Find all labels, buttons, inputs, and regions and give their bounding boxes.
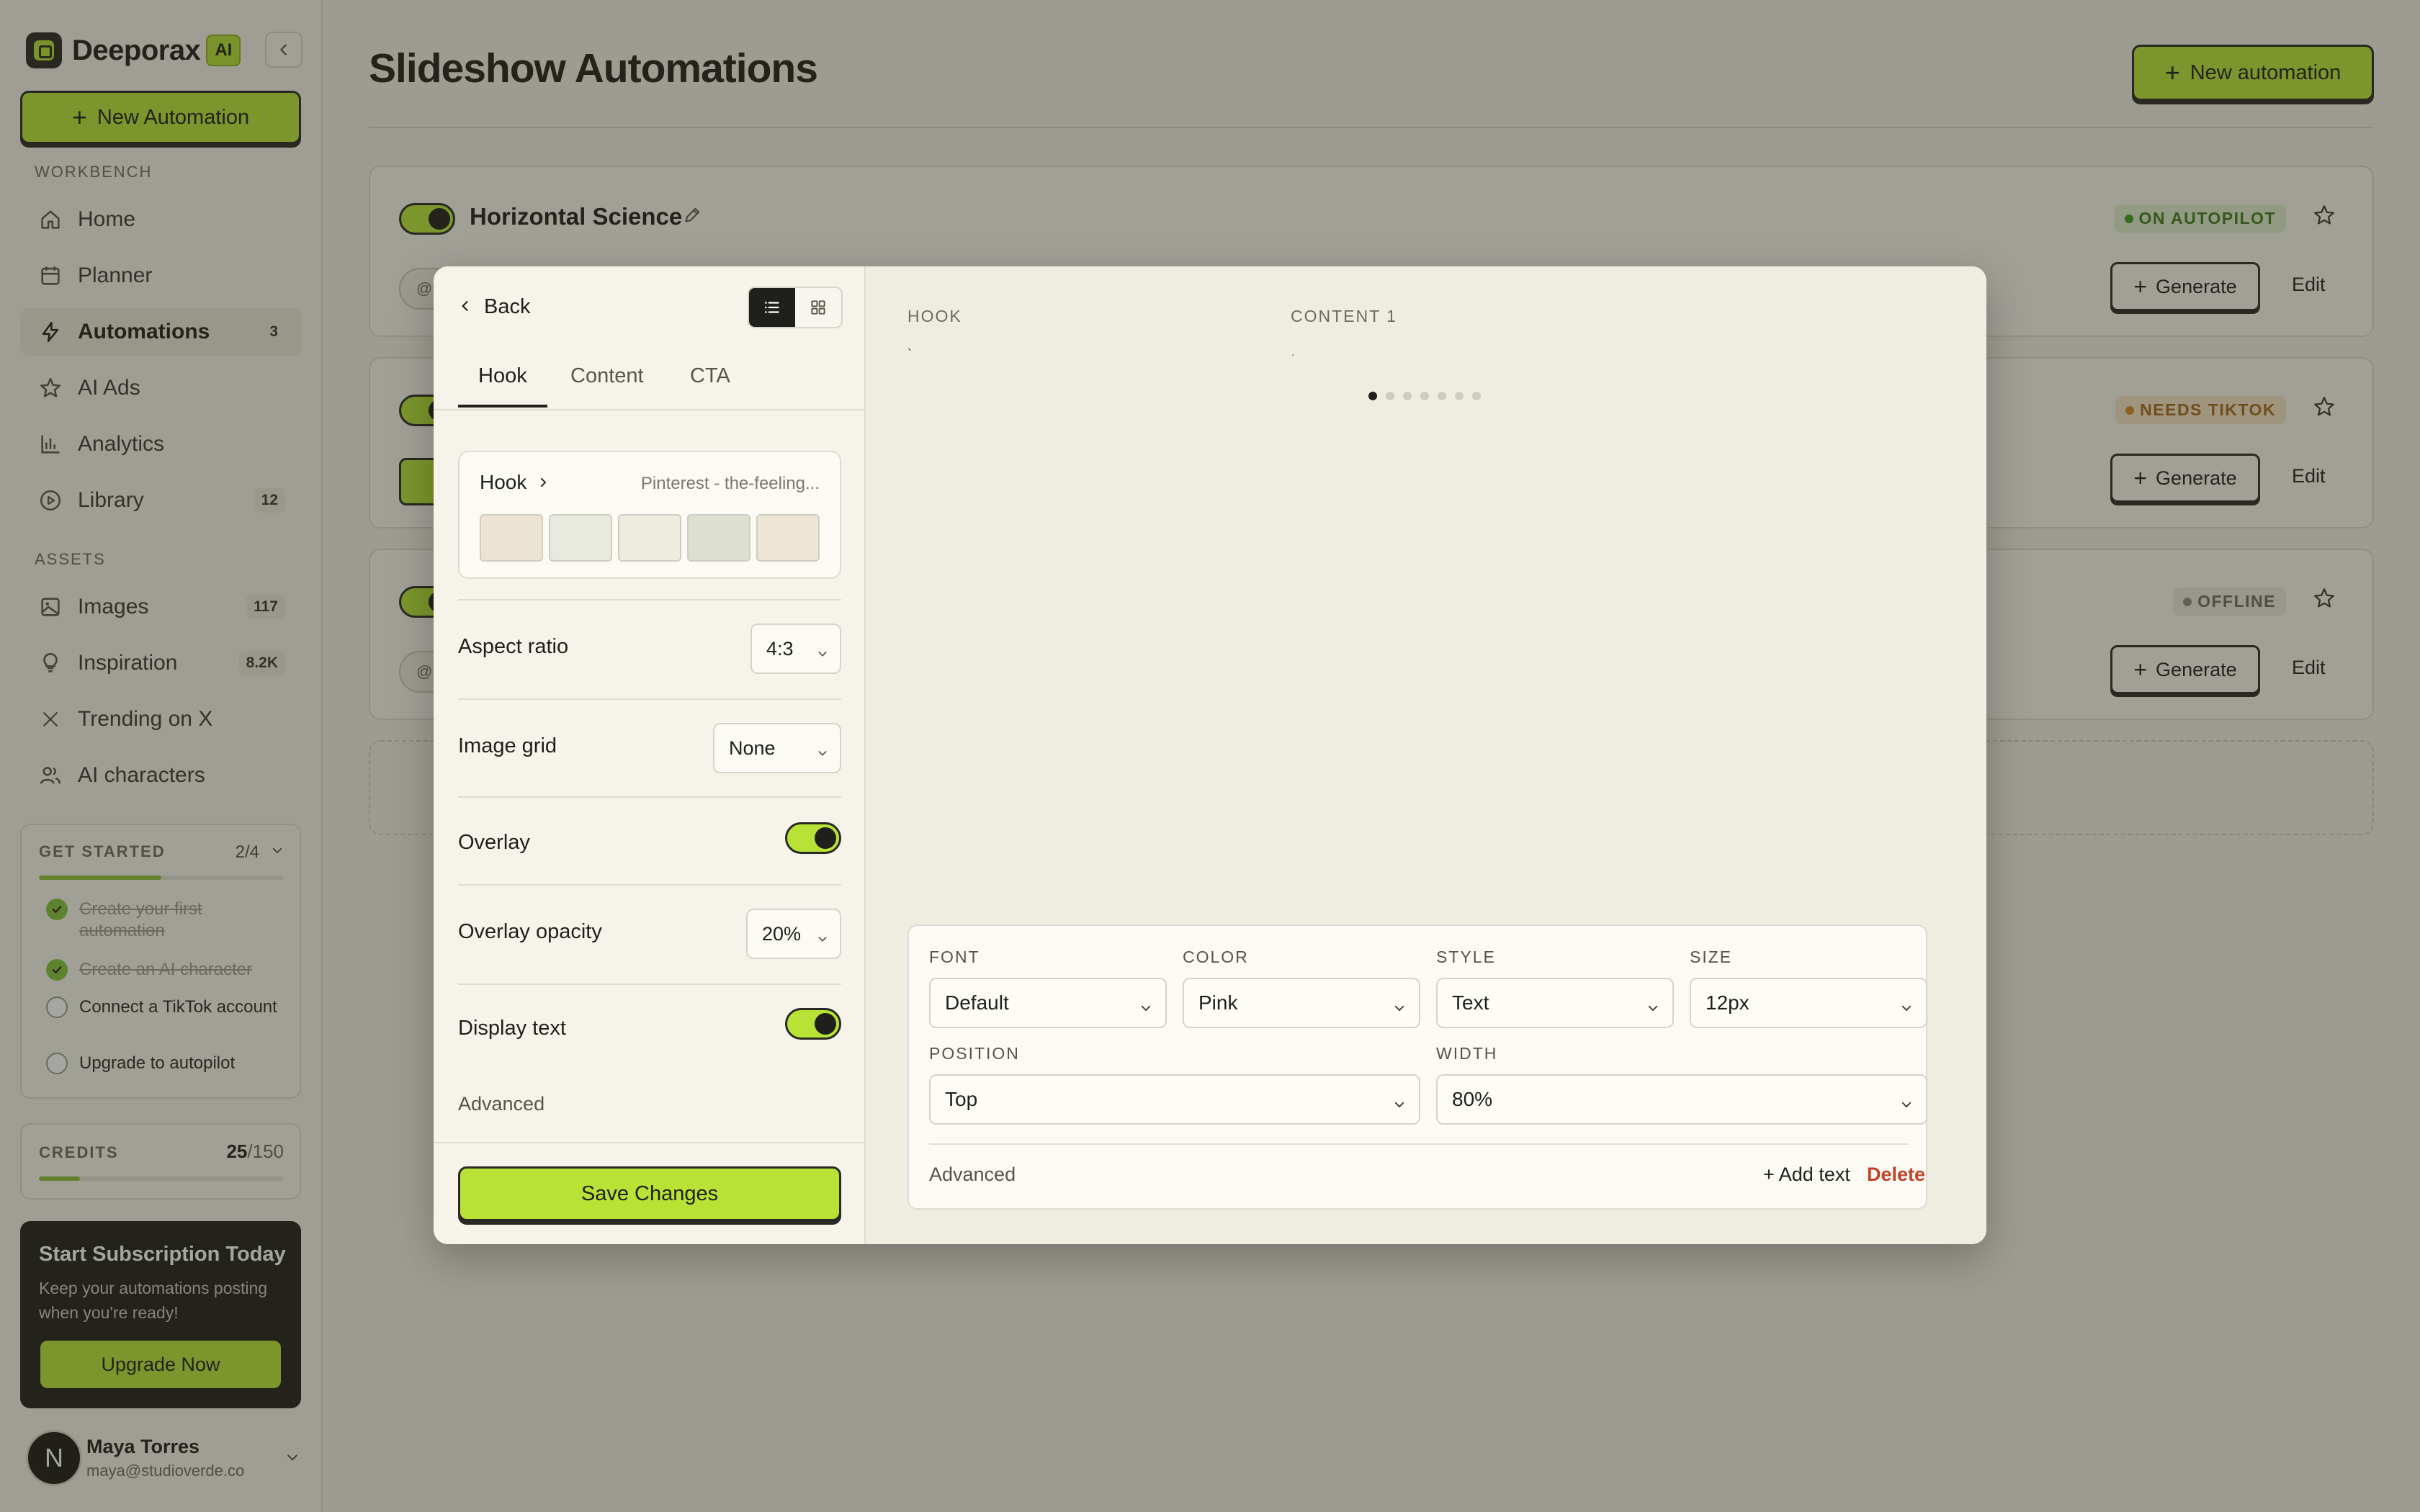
text-style-panel: FONT Default COLOR Pink STYLE Text SIZE … — [908, 924, 1927, 1210]
overlay-toggle[interactable] — [785, 822, 841, 854]
image-swatch — [480, 514, 543, 562]
chevron-down-icon — [1900, 996, 1913, 1020]
view-mode-toggle — [748, 287, 843, 328]
image-grid-row: Image grid None — [458, 698, 841, 796]
image-grid-label: Image grid — [458, 734, 557, 757]
color-label: COLOR — [1183, 948, 1249, 966]
text-advanced-link[interactable]: Advanced — [929, 1164, 1016, 1186]
size-label: SIZE — [1690, 948, 1733, 966]
preview-panel: HOOK ` CONTENT 1 · FONT Default COLOR Pi… — [866, 266, 1986, 1244]
aspect-ratio-label: Aspect ratio — [458, 635, 569, 658]
overlay-opacity-select[interactable]: 20% — [746, 909, 841, 959]
back-label: Back — [484, 295, 531, 318]
overlay-opacity-row: Overlay opacity 20% — [458, 884, 841, 984]
image-swatch — [756, 514, 820, 562]
position-label: POSITION — [929, 1044, 1020, 1063]
hook-card-title: Hook — [480, 471, 550, 494]
chevron-down-icon — [1900, 1093, 1913, 1116]
aspect-ratio-select[interactable]: 4:3 — [750, 624, 841, 674]
hook-preview-slide[interactable]: ` — [908, 347, 912, 362]
slide-dot[interactable] — [1386, 392, 1394, 400]
back-button[interactable]: Back — [458, 295, 530, 319]
image-swatch — [549, 514, 612, 562]
list-view-icon[interactable] — [749, 288, 795, 327]
width-select[interactable]: 80% — [1436, 1074, 1927, 1125]
style-label: STYLE — [1436, 948, 1496, 966]
font-label: FONT — [929, 948, 980, 966]
content-preview-label: CONTENT 1 — [1291, 307, 1397, 325]
chevron-down-icon — [1646, 996, 1659, 1020]
aspect-ratio-row: Aspect ratio 4:3 — [458, 599, 841, 698]
font-select[interactable]: Default — [929, 978, 1167, 1028]
chevron-left-icon — [458, 295, 472, 319]
size-select[interactable]: 12px — [1690, 978, 1927, 1028]
chevron-down-icon — [1393, 996, 1406, 1020]
image-swatch — [687, 514, 750, 562]
add-text-button[interactable]: + Add text — [1763, 1164, 1850, 1186]
position-select[interactable]: Top — [929, 1074, 1420, 1125]
chevron-down-icon — [817, 642, 828, 665]
slide-dot[interactable] — [1438, 392, 1446, 400]
divider — [929, 1143, 1909, 1145]
settings-panel: Back Hook Content CTA Hook Pinterest - t… — [434, 266, 866, 1244]
delete-text-button[interactable]: Delete — [1867, 1164, 1925, 1186]
display-text-row: Display text — [458, 984, 841, 1071]
slide-pagination — [1368, 392, 1489, 400]
slide-dot[interactable] — [1472, 392, 1481, 400]
save-footer: Save Changes — [434, 1142, 866, 1244]
hook-source-card[interactable]: Hook Pinterest - the-feeling... — [458, 451, 841, 579]
chevron-down-icon — [1393, 1093, 1406, 1116]
display-text-label: Display text — [458, 1017, 566, 1040]
slide-dot[interactable] — [1403, 392, 1412, 400]
save-changes-button[interactable]: Save Changes — [458, 1166, 841, 1221]
image-swatch — [618, 514, 681, 562]
active-tab-indicator — [458, 405, 547, 408]
slide-dot[interactable] — [1420, 392, 1429, 400]
slide-dot[interactable] — [1455, 392, 1464, 400]
edit-automation-modal: Back Hook Content CTA Hook Pinterest - t… — [434, 266, 1986, 1244]
slide-tabs: Hook Content CTA — [434, 351, 866, 410]
style-select[interactable]: Text — [1436, 978, 1674, 1028]
tab-cta[interactable]: CTA — [690, 364, 730, 388]
tab-content[interactable]: Content — [570, 364, 644, 388]
color-select[interactable]: Pink — [1183, 978, 1420, 1028]
width-label: WIDTH — [1436, 1044, 1498, 1063]
advanced-settings-link[interactable]: Advanced — [458, 1093, 544, 1115]
hook-preview-label: HOOK — [908, 307, 962, 325]
content-preview-slide[interactable]: · — [1291, 347, 1295, 362]
grid-view-icon[interactable] — [795, 288, 841, 327]
overlay-label: Overlay — [458, 831, 530, 854]
display-text-toggle[interactable] — [785, 1008, 841, 1040]
slide-dot[interactable] — [1368, 392, 1377, 400]
chevron-down-icon — [817, 742, 828, 764]
chevron-down-icon — [817, 927, 828, 950]
overlay-opacity-label: Overlay opacity — [458, 920, 602, 943]
tab-hook[interactable]: Hook — [478, 364, 527, 388]
hook-card-subtitle: Pinterest - the-feeling... — [640, 474, 820, 493]
overlay-row: Overlay — [458, 796, 841, 884]
image-grid-select[interactable]: None — [713, 723, 841, 773]
chevron-right-icon — [541, 477, 547, 487]
chevron-down-icon — [1139, 996, 1152, 1020]
